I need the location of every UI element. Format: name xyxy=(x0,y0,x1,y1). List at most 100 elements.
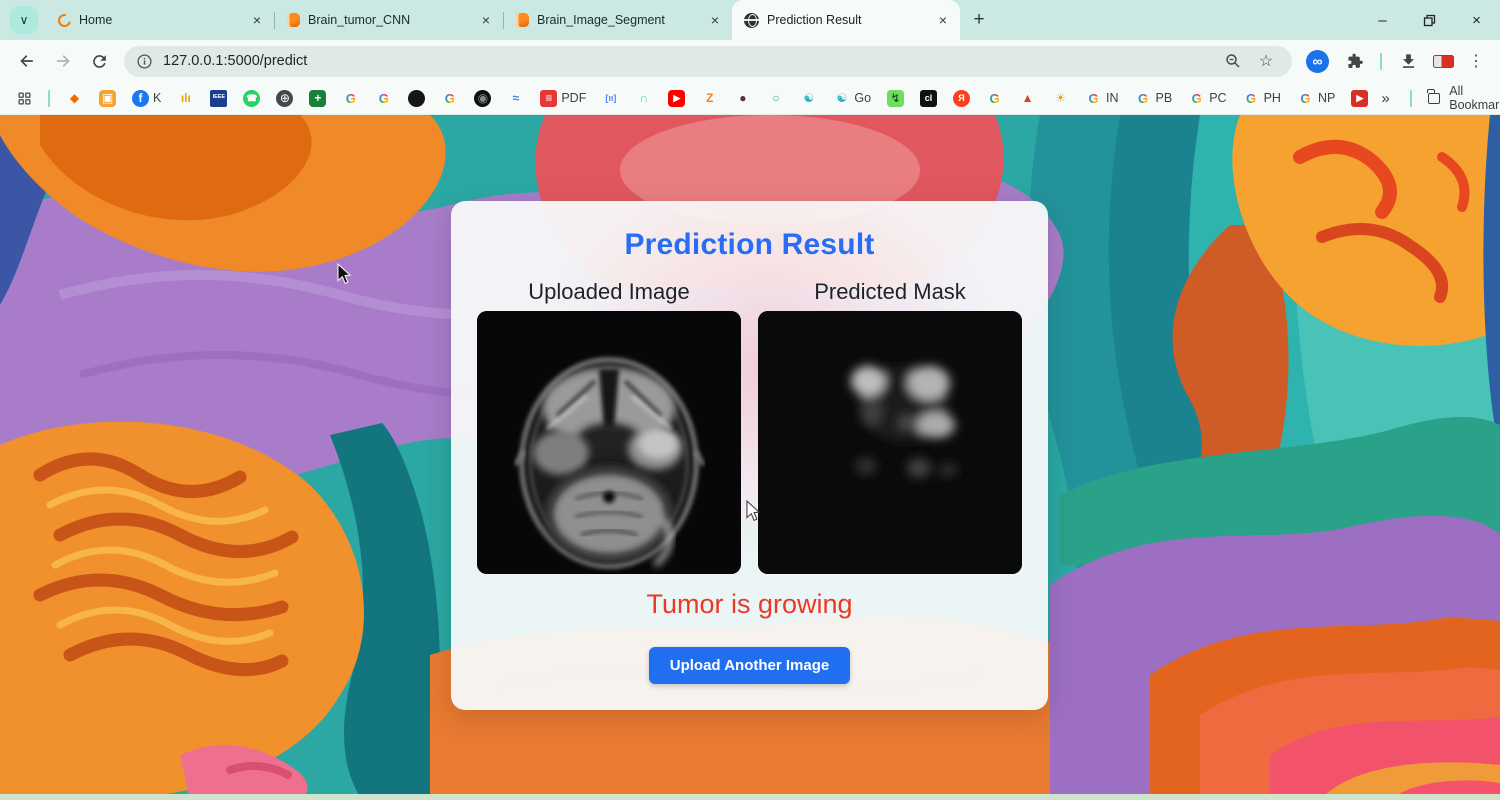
bookmark-icon: ≡ xyxy=(540,90,557,107)
close-icon[interactable]: × xyxy=(934,11,952,29)
upload-another-image-button[interactable]: Upload Another Image xyxy=(649,647,850,684)
bookmark-bars-blue[interactable]: [ıı] xyxy=(595,85,626,111)
prediction-result-card: Prediction Result Uploaded Image Predict… xyxy=(451,201,1048,710)
bookmark-ci-black[interactable]: cl xyxy=(913,85,944,111)
back-button[interactable] xyxy=(10,44,44,78)
bookmark-icon: G xyxy=(441,90,458,107)
bookmark-icon xyxy=(408,90,425,107)
reload-button[interactable] xyxy=(82,44,116,78)
bookmark-google[interactable]: G xyxy=(335,85,366,111)
tab-home[interactable]: Home × xyxy=(46,0,274,40)
predicted-mask-image xyxy=(758,311,1022,574)
bookmark-lightning-green[interactable]: ↯ xyxy=(880,85,911,111)
bookmark-globe-dark[interactable]: ⊕ xyxy=(269,85,300,111)
folder-icon xyxy=(1428,93,1441,104)
bookmark-red-app[interactable]: ▶ xyxy=(1344,85,1375,111)
bookmark-icon: ▶ xyxy=(668,90,685,107)
bookmark-google[interactable]: G xyxy=(434,85,465,111)
extensions-button[interactable] xyxy=(1337,44,1371,78)
bookmark-icon: ▣ xyxy=(99,90,116,107)
bookmark-green-plus[interactable]: + xyxy=(302,85,333,111)
bookmark-whatsapp[interactable]: ☎ xyxy=(236,85,267,111)
menu-kebab-icon[interactable]: ⋮ xyxy=(1462,47,1490,75)
bookmark-icon: ≈ xyxy=(507,90,524,107)
mouse-cursor xyxy=(745,500,761,522)
jupyter-notebook-icon xyxy=(287,13,300,27)
zoom-icon[interactable] xyxy=(1224,52,1242,70)
bookmark-whale-blue[interactable]: ≈ xyxy=(500,85,531,111)
all-bookmarks-button[interactable]: All Bookmarks xyxy=(1449,84,1500,112)
bookmark-label: Go xyxy=(854,91,871,105)
bookmark-icon: G xyxy=(375,90,392,107)
close-window-button[interactable]: × xyxy=(1453,0,1500,40)
download-icon xyxy=(1399,52,1418,71)
bookmark-zerodha[interactable]: Z xyxy=(694,85,725,111)
bookmark-icon: cl xyxy=(920,90,937,107)
bookmark-swirl-teal[interactable]: ☯ xyxy=(793,85,824,111)
bookmark-youtube[interactable]: ▶ xyxy=(661,85,692,111)
bookmark-sun-orange[interactable]: ☀ xyxy=(1045,85,1076,111)
tab-prediction-result-active[interactable]: Prediction Result × xyxy=(732,0,960,40)
bookmark-diamond[interactable]: ◆ xyxy=(59,85,90,111)
extension-infinity-icon[interactable]: ∞ xyxy=(1306,50,1329,73)
bookmark-analytics-bars[interactable]: ılı xyxy=(170,85,201,111)
bookmark-star-icon[interactable]: ☆ xyxy=(1252,47,1280,75)
bookmark-android[interactable]: ∩ xyxy=(628,85,659,111)
bookmark-icon: Я xyxy=(953,90,970,107)
tab-title: Brain_tumor_CNN xyxy=(308,13,469,27)
new-tab-button[interactable]: + xyxy=(964,5,994,35)
bookmark-label: PH xyxy=(1264,91,1281,105)
address-bar[interactable]: 127.0.0.1:5000/predict ☆ xyxy=(124,46,1292,77)
bookmark-cert-badge[interactable]: ▣ xyxy=(92,85,123,111)
bookmarks-overflow-button[interactable]: » xyxy=(1377,90,1393,107)
bookmark-bean[interactable]: ● xyxy=(727,85,758,111)
bookmark-lens-dark[interactable]: ◉ xyxy=(467,85,498,111)
bookmark-swirl-teal[interactable]: ☯ Go xyxy=(826,85,878,111)
bookmark-matlab[interactable]: ▲ xyxy=(1012,85,1043,111)
close-icon[interactable]: × xyxy=(706,11,724,29)
bookmark-ring-green[interactable]: ○ xyxy=(760,85,791,111)
bookmark-label: PB xyxy=(1156,91,1173,105)
bookmark-google[interactable]: G IN xyxy=(1078,85,1126,111)
bookmark-google[interactable]: G xyxy=(368,85,399,111)
bookmark-google[interactable]: G NP xyxy=(1290,85,1342,111)
forward-button[interactable] xyxy=(46,44,80,78)
bookmark-icon: ılı xyxy=(177,90,194,107)
tab-title: Home xyxy=(79,13,240,27)
bookmark-icon: ◆ xyxy=(66,90,83,107)
bookmark-google[interactable]: G PC xyxy=(1181,85,1233,111)
extension-red-badge-icon[interactable] xyxy=(1433,55,1454,68)
site-info-icon[interactable] xyxy=(136,53,153,70)
close-icon[interactable]: × xyxy=(477,11,495,29)
bookmark-google[interactable]: G PB xyxy=(1128,85,1180,111)
restore-button[interactable] xyxy=(1406,0,1453,40)
bookmark-facebook[interactable]: f K xyxy=(125,85,168,111)
browser-toolbar: 127.0.0.1:5000/predict ☆ ∞ ⋮ xyxy=(0,40,1500,82)
bookmark-icon: ☯ xyxy=(833,90,850,107)
bookmark-pdf[interactable]: ≡ PDF xyxy=(533,85,593,111)
apps-grid-button[interactable] xyxy=(10,85,39,111)
bookmark-github[interactable] xyxy=(401,85,432,111)
tab-title: Prediction Result xyxy=(767,13,926,27)
tab-brain-tumor-cnn[interactable]: Brain_tumor_CNN × xyxy=(275,0,503,40)
close-icon[interactable]: × xyxy=(248,11,266,29)
bookmark-icon: G xyxy=(986,90,1003,107)
tab-brain-image-segment[interactable]: Brain_Image_Segment × xyxy=(504,0,732,40)
reload-icon xyxy=(90,52,109,71)
bookmark-ieee[interactable]: IEEE xyxy=(203,85,234,111)
bookmark-icon: ▶ xyxy=(1351,90,1368,107)
minimize-button[interactable]: – xyxy=(1359,0,1406,40)
url-text[interactable]: 127.0.0.1:5000/predict xyxy=(163,53,307,69)
page-viewport: Prediction Result Uploaded Image Predict… xyxy=(0,115,1500,800)
bookmark-google[interactable]: G PH xyxy=(1236,85,1288,111)
downloads-button[interactable] xyxy=(1391,44,1425,78)
tab-search-button[interactable]: ∨ xyxy=(10,6,38,34)
uploaded-image-heading: Uploaded Image xyxy=(477,279,741,305)
bookmark-yandex[interactable]: Я xyxy=(946,85,977,111)
chevron-down-icon: ∨ xyxy=(20,13,29,27)
bookmark-icon: G xyxy=(1297,90,1314,107)
bookmark-google[interactable]: G xyxy=(979,85,1010,111)
toolbar-separator xyxy=(1380,53,1382,70)
back-arrow-icon xyxy=(17,51,37,71)
bookmark-icon: G xyxy=(1188,90,1205,107)
